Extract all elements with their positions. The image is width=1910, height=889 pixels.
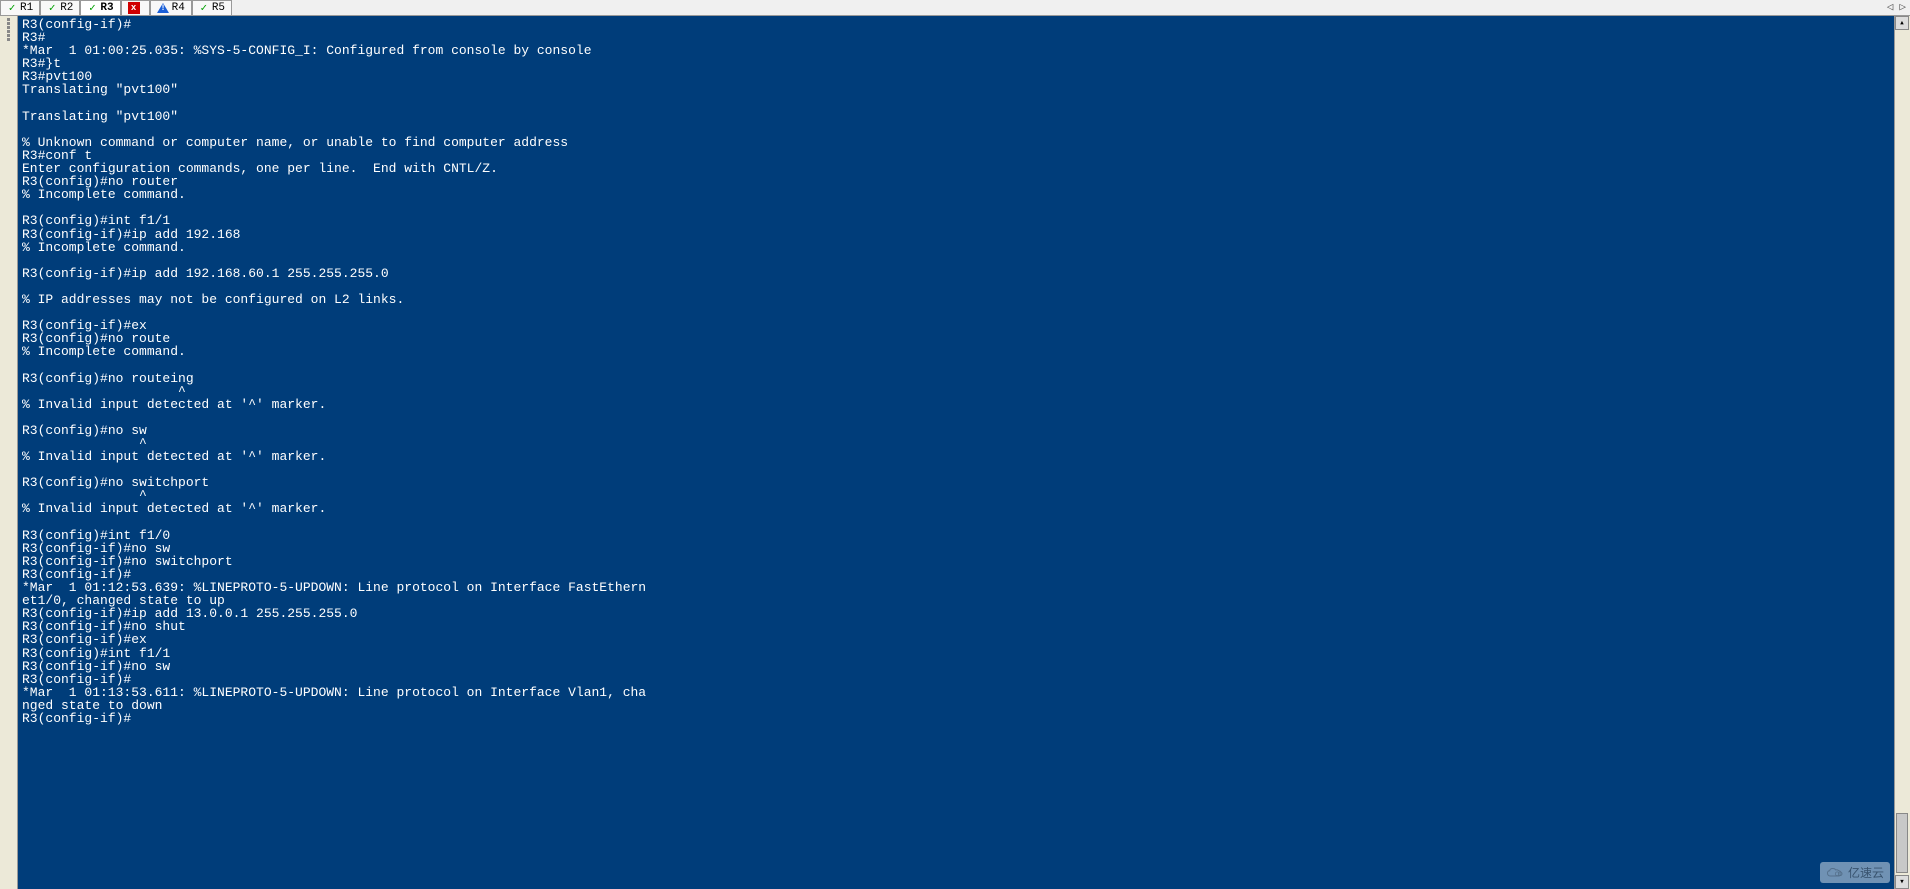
scroll-thumb[interactable] <box>1896 813 1908 873</box>
check-icon: ✓ <box>47 3 57 13</box>
tab-label: R4 <box>172 2 185 14</box>
terminal-output[interactable]: R3(config-if)# R3# *Mar 1 01:00:25.035: … <box>18 16 1894 889</box>
tab-label: R3 <box>100 2 113 14</box>
terminal-container: R3(config-if)# R3# *Mar 1 01:00:25.035: … <box>18 16 1910 889</box>
tab-label: R5 <box>212 2 225 14</box>
nav-left-icon[interactable]: ◁ <box>1885 0 1896 14</box>
vertical-scrollbar[interactable]: ▴ ▾ <box>1894 16 1910 889</box>
left-gutter <box>0 16 18 889</box>
check-icon: ✓ <box>87 3 97 13</box>
tab-label: R2 <box>60 2 73 14</box>
cloud-icon <box>1826 867 1844 879</box>
check-icon: ✓ <box>7 3 17 13</box>
tab-close[interactable]: x <box>121 0 150 15</box>
nav-right-icon[interactable]: ▷ <box>1897 0 1908 14</box>
warning-icon <box>157 3 169 13</box>
watermark: 亿速云 <box>1820 862 1890 883</box>
scroll-up-button[interactable]: ▴ <box>1895 16 1909 30</box>
gutter-grip-icon[interactable] <box>0 16 17 41</box>
tab-bar: ✓ R1 ✓ R2 ✓ R3 x R4 ✓ R5 ◁ ▷ <box>0 0 1910 16</box>
tab-r5[interactable]: ✓ R5 <box>192 0 232 15</box>
tab-r4[interactable]: R4 <box>150 0 192 15</box>
tab-label: R1 <box>20 2 33 14</box>
check-icon: ✓ <box>199 3 209 13</box>
scroll-down-button[interactable]: ▾ <box>1895 875 1909 889</box>
close-icon: x <box>128 2 140 14</box>
tab-r3[interactable]: ✓ R3 <box>80 0 120 15</box>
tab-r2[interactable]: ✓ R2 <box>40 0 80 15</box>
tab-r1[interactable]: ✓ R1 <box>0 0 40 15</box>
tab-nav-arrows: ◁ ▷ <box>1885 0 1908 14</box>
watermark-text: 亿速云 <box>1848 864 1884 881</box>
